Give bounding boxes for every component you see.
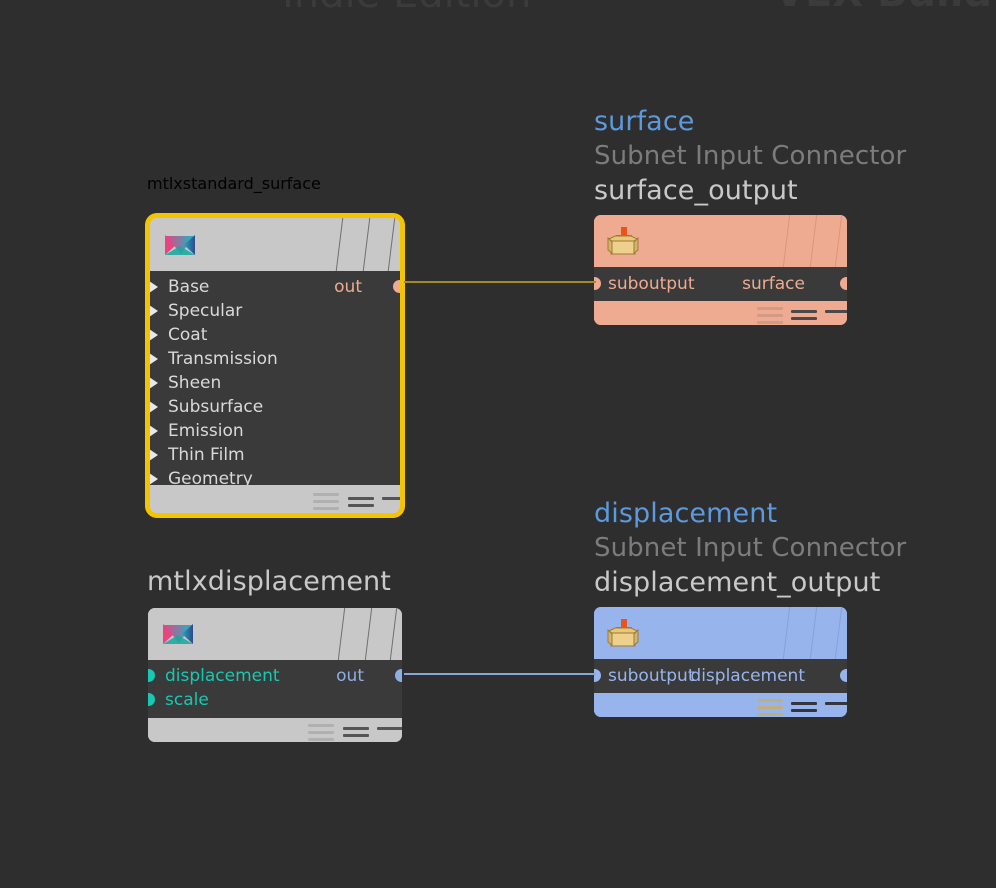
node-mtlxdisplacement[interactable]: displacement out scale [148,608,402,742]
materialx-logo-icon [163,624,193,644]
connector-type-displacement: Subnet Input Connector [594,533,907,563]
port-label-input: Specular [168,301,243,321]
port-label-input: suboutput [608,666,695,686]
node-flag-strip[interactable] [148,718,402,742]
node-header-mtlxstandard-surface[interactable] [150,218,400,271]
watermark-vex-build: VEX Build [774,0,992,13]
flag-template-icon[interactable] [382,497,400,504]
input-triangle-icon[interactable] [150,377,158,389]
port-row[interactable]: displacement out [148,664,402,688]
node-body-surface-output: suboutput surface [594,267,847,301]
flag-render-icon[interactable] [343,727,369,741]
input-port-dot-suboutput[interactable] [594,277,601,290]
port-label-input: Sheen [168,373,222,393]
port-label-input: Coat [168,325,208,345]
port-row[interactable]: suboutput surface [594,267,847,301]
node-header-displacement-output[interactable] [594,607,847,659]
node-body-mtlxdisplacement: displacement out scale [148,660,402,718]
node-title-mtlxstandard-surface: mtlxstandard_surface [147,174,321,193]
header-divider-slashes [322,218,400,271]
flag-display-icon[interactable] [313,493,339,513]
connector-type-surface: Subnet Input Connector [594,141,907,171]
port-label-input: Transmission [168,349,278,369]
wire-surface-connection[interactable] [404,281,596,283]
watermark-indie-edition: Indie Edition [282,0,531,14]
port-label-input: Base [168,277,210,297]
subnet-output-box-icon [607,619,639,647]
node-header-surface-output[interactable] [594,215,847,267]
flag-display-icon[interactable] [308,724,334,742]
port-label-output: out [334,277,362,297]
flag-render-icon[interactable] [348,497,374,511]
node-flag-strip[interactable] [150,485,400,513]
connector-name-surface: surface [594,106,695,137]
materialx-logo-icon [165,235,195,255]
port-row[interactable]: Thin Film [150,443,400,467]
node-body-mtlxstandard-surface: Base out Specular Coat Transmission Shee… [150,271,400,489]
port-row[interactable]: Specular [150,299,400,323]
input-triangle-icon[interactable] [150,329,158,341]
header-divider-slashes [324,608,402,660]
port-row[interactable]: Base out [150,275,400,299]
port-row[interactable]: Transmission [150,347,400,371]
flag-template-icon[interactable] [377,727,402,734]
port-label-input: Emission [168,421,244,441]
connector-name-displacement: displacement [594,498,778,529]
input-port-dot-scale[interactable] [148,693,155,706]
header-divider-slashes [769,215,847,267]
port-label-input: scale [165,690,209,710]
flag-display-icon[interactable] [757,307,783,325]
port-label-input: suboutput [608,274,695,294]
node-mtlxstandard-surface[interactable]: Base out Specular Coat Transmission Shee… [145,213,405,518]
flag-display-icon[interactable] [757,699,783,717]
output-port-dot-out[interactable] [393,280,400,293]
input-port-dot-displacement[interactable] [148,669,155,682]
output-port-dot-out[interactable] [395,669,402,682]
flag-template-icon[interactable] [825,310,847,317]
input-port-dot-suboutput[interactable] [594,669,601,682]
input-triangle-icon[interactable] [150,281,158,293]
input-triangle-icon[interactable] [150,425,158,437]
port-label-input: Thin Film [168,445,245,465]
port-label-output: out [336,666,364,686]
subnet-output-box-icon [607,227,639,255]
wire-displacement-connection[interactable] [404,673,596,675]
input-triangle-icon[interactable] [150,473,158,485]
output-port-dot-displacement[interactable] [840,669,847,682]
port-row[interactable]: Coat [150,323,400,347]
port-row[interactable]: suboutput displacement [594,659,847,693]
node-title-mtlxdisplacement: mtlxdisplacement [147,566,391,597]
flag-template-icon[interactable] [825,702,847,709]
input-triangle-icon[interactable] [150,305,158,317]
node-flag-strip[interactable] [594,301,847,325]
port-label-input: Subsurface [168,397,264,417]
port-row[interactable]: Subsurface [150,395,400,419]
port-label-input: displacement [165,666,280,686]
port-label-output: displacement [690,666,805,686]
port-row[interactable]: scale [148,688,402,712]
node-title-surface-output: surface_output [594,175,798,206]
input-triangle-icon[interactable] [150,353,158,365]
header-divider-slashes [769,607,847,659]
port-label-output: surface [742,274,805,294]
input-triangle-icon[interactable] [150,401,158,413]
output-port-dot-surface[interactable] [840,277,847,290]
flag-render-icon[interactable] [791,310,817,324]
flag-render-icon[interactable] [791,702,817,716]
node-body-displacement-output: suboutput displacement [594,659,847,693]
port-row[interactable]: Emission [150,419,400,443]
input-triangle-icon[interactable] [150,449,158,461]
node-flag-strip[interactable] [594,693,847,717]
node-displacement-output[interactable]: suboutput displacement [594,607,847,717]
node-header-mtlxdisplacement[interactable] [148,608,402,660]
node-surface-output[interactable]: suboutput surface [594,215,847,325]
port-row[interactable]: Sheen [150,371,400,395]
node-title-displacement-output: displacement_output [594,567,881,598]
